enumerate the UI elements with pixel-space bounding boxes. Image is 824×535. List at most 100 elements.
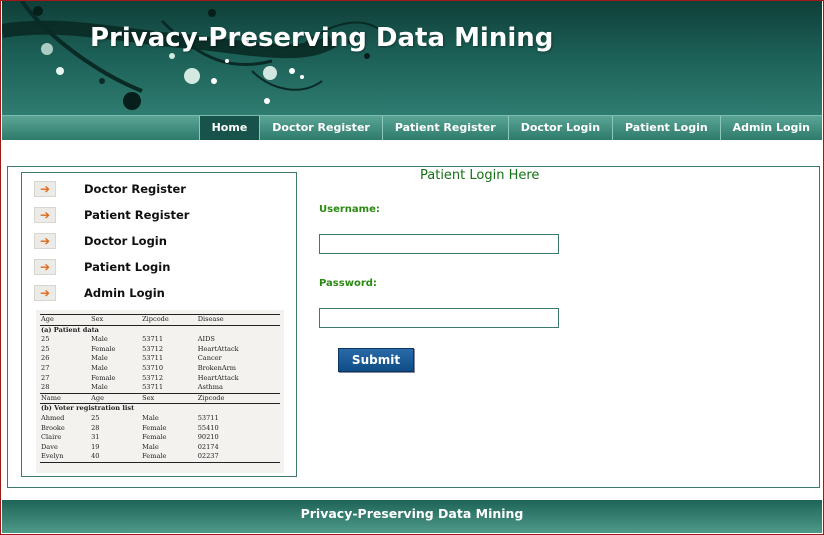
table-row: 26 Male 53711 Cancer [40, 354, 280, 364]
table-cell: 53711 [142, 383, 164, 392]
table-cell: 02174 [197, 442, 219, 451]
anonymization-example-table: Age Sex Zipcode Disease (a) Patient data 25 Ma… [36, 310, 284, 473]
table-cell: Name [40, 392, 91, 405]
table-cell: 53711 [142, 335, 164, 344]
footer-text: Privacy-Preserving Data Mining [300, 506, 524, 521]
table-cell: 27 [41, 373, 50, 382]
table-cell: Asthma [197, 383, 223, 392]
table-cell: Female [91, 344, 116, 353]
table-cell: 25 [41, 344, 50, 353]
username-input[interactable] [319, 234, 559, 254]
table-cell: Cancer [197, 354, 222, 363]
table-row: 27 Female 53712 HeartAttack [40, 374, 280, 384]
table-caption: (b) Voter registration list [41, 404, 135, 413]
table-row: Claire 31 Female 90210 [40, 433, 280, 443]
table-cell: AIDS [197, 335, 215, 344]
table-cell: 55410 [197, 423, 219, 432]
data-table: Age Sex Zipcode Disease (a) Patient data 25 Ma… [40, 314, 280, 463]
table-caption-row: (a) Patient data [40, 325, 280, 335]
table-cell: 40 [90, 452, 142, 463]
decorative-swirl-art [2, 1, 383, 110]
arrow-right-icon: ➔ [34, 233, 56, 249]
nav-item-patient-login[interactable]: Patient Login [612, 116, 720, 140]
form-title: Patient Login Here [420, 168, 540, 183]
table-cell: 27 [41, 363, 50, 372]
table-row: 28 Male 53711 Asthma [40, 383, 280, 393]
table-cell: 31 [91, 433, 100, 442]
nav-item-patient-register[interactable]: Patient Register [381, 116, 508, 140]
arrow-right-icon: ➔ [34, 259, 56, 275]
table-cell: Female [141, 452, 197, 463]
nav-item-admin-login[interactable]: Admin Login [719, 116, 822, 140]
table-cell: 25 [91, 413, 100, 422]
table-cell: Male [91, 335, 108, 344]
sidebar-item-patient-register[interactable]: ➔ Patient Register [34, 204, 189, 226]
table-row: Brooke 28 Female 55410 [40, 424, 280, 434]
table-row: 25 Male 53711 AIDS [40, 335, 280, 345]
main-nav: Home Doctor Register Patient Register Do… [2, 115, 822, 140]
table-cell: Female [142, 423, 167, 432]
table-cell: Brooke [41, 423, 65, 432]
table-cell: Claire [41, 433, 62, 442]
nav-item-doctor-register[interactable]: Doctor Register [259, 116, 382, 140]
table-cell: Male [91, 354, 108, 363]
table-cell: Evelyn [40, 452, 91, 463]
table-cell: Male [91, 363, 108, 372]
table-cell: Female [91, 373, 116, 382]
sidebar-item-patient-login[interactable]: ➔ Patient Login [34, 256, 170, 278]
table-header-row: Age Sex Zipcode Disease [40, 314, 280, 326]
arrow-right-icon: ➔ [34, 181, 56, 197]
arrow-right-icon: ➔ [34, 207, 56, 223]
table-cell: Sex [90, 314, 142, 326]
table-cell: 25 [41, 335, 50, 344]
sidebar-item-label: Patient Login [84, 260, 171, 274]
sidebar-item-doctor-login[interactable]: ➔ Doctor Login [34, 230, 167, 252]
table-cell: Male [91, 383, 108, 392]
footer: Privacy-Preserving Data Mining [2, 500, 822, 533]
table-cell: 53712 [142, 344, 164, 353]
table-row: 27 Male 53710 BrokenArm [40, 364, 280, 374]
table-cell: 53710 [142, 363, 164, 372]
table-cell: 02237 [196, 452, 280, 463]
sidebar-item-label: Patient Register [84, 208, 190, 222]
table-cell: 53711 [197, 413, 219, 422]
table-cell: 90210 [197, 433, 219, 442]
table-cell: Male [142, 442, 159, 451]
arrow-right-icon: ➔ [34, 285, 56, 301]
table-cell: HeartAttack [197, 344, 239, 353]
table-cell: Sex [141, 392, 197, 405]
nav-item-doctor-login[interactable]: Doctor Login [507, 116, 612, 140]
password-input[interactable] [319, 308, 559, 328]
sidebar-item-label: Doctor Login [84, 234, 167, 248]
password-label: Password: [319, 278, 377, 289]
table-cell: Age [40, 314, 91, 326]
table-cell: Dave [41, 442, 58, 451]
table-cell: 53712 [142, 373, 164, 382]
sidebar-item-doctor-register[interactable]: ➔ Doctor Register [34, 178, 186, 200]
table-cell: Male [142, 413, 159, 422]
table-cell: Female [142, 433, 167, 442]
table-cell: Zipcode [141, 314, 197, 326]
sidebar-item-label: Admin Login [84, 286, 165, 300]
submit-button[interactable]: Submit [338, 348, 414, 372]
table-row: 25 Female 53712 HeartAttack [40, 345, 280, 355]
sidebar-item-label: Doctor Register [84, 182, 186, 196]
table-cell: Ahmed [41, 413, 65, 422]
table-cell: Age [90, 392, 142, 405]
table-row: Evelyn 40 Female 02237 [40, 452, 280, 463]
table-cell: 19 [91, 442, 100, 451]
table-cell: 53711 [142, 354, 164, 363]
table-cell: Zipcode [196, 392, 280, 405]
nav-item-home[interactable]: Home [198, 116, 260, 140]
table-row: Ahmed 25 Male 53711 [40, 414, 280, 424]
sidebar: ➔ Doctor Register ➔ Patient Register ➔ D… [21, 172, 297, 477]
header-banner: Privacy-Preserving Data Mining [2, 1, 822, 115]
table-caption-row: (b) Voter registration list [40, 404, 280, 414]
table-cell: 26 [41, 354, 50, 363]
sidebar-item-admin-login[interactable]: ➔ Admin Login [34, 282, 165, 304]
username-label: Username: [319, 204, 380, 215]
table-cell: 28 [41, 383, 50, 392]
table-caption: (a) Patient data [41, 325, 99, 334]
table-cell: HeartAttack [197, 373, 239, 382]
table-cell: 28 [91, 423, 100, 432]
